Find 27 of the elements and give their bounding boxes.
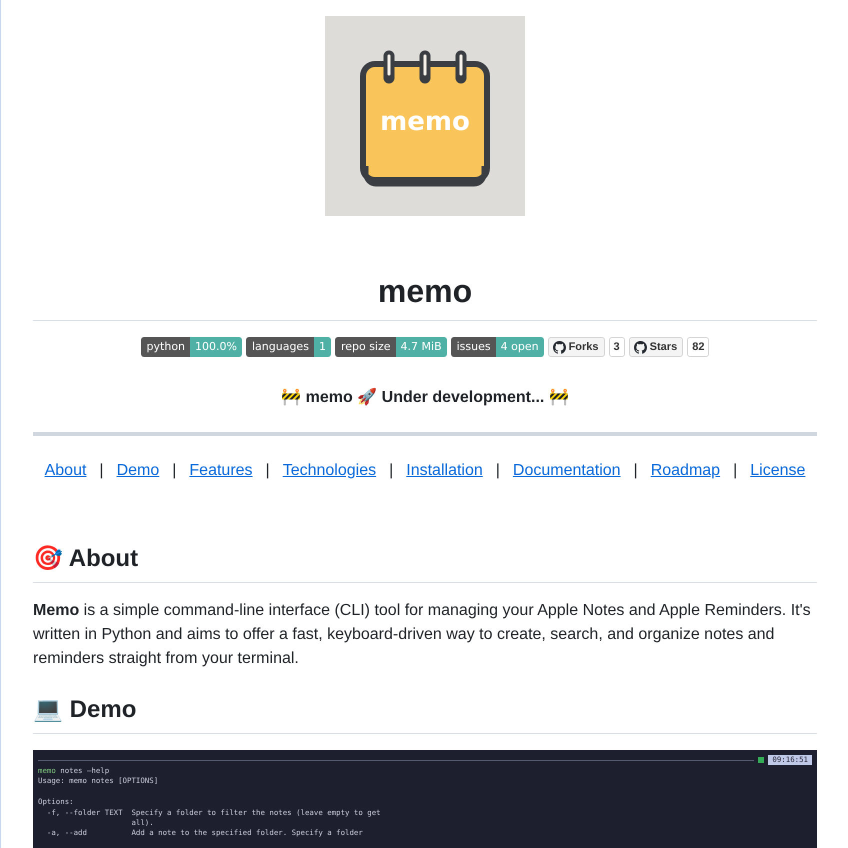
- nav-separator: |: [389, 462, 394, 480]
- nav-link[interactable]: Roadmap: [650, 462, 720, 480]
- memo-logo: memo: [325, 16, 525, 216]
- count-badge: 3: [608, 337, 625, 357]
- nav-link[interactable]: Features: [189, 462, 253, 480]
- nav-link[interactable]: Installation: [406, 462, 483, 480]
- nav-link[interactable]: About: [44, 462, 86, 480]
- nav-separator: |: [634, 462, 638, 480]
- tagline: 🚧 memo 🚀 Under development... 🚧: [280, 387, 570, 407]
- social-badge[interactable]: Forks: [548, 337, 605, 357]
- section-heading: 🎯 About: [33, 544, 817, 583]
- nav-separator: |: [266, 462, 270, 480]
- count-badge: 82: [687, 337, 710, 357]
- nav-separator: |: [496, 462, 500, 480]
- nav-separator: |: [733, 462, 738, 480]
- nav-separator: |: [172, 462, 176, 480]
- page-title: memo: [33, 272, 817, 321]
- nav-link[interactable]: Documentation: [512, 462, 621, 480]
- social-badge[interactable]: Stars: [628, 337, 684, 357]
- nav-link[interactable]: License: [750, 462, 806, 480]
- nav-link[interactable]: Demo: [116, 462, 160, 480]
- cat-icon: [634, 340, 647, 354]
- about-paragraph: Memo is a simple command-line interface (CLI) tool for managing your Apple Notes and Apple Reminders. It's written in Python and aims to offer a fast, keyboard-driven way to create, search, and organize notes and reminders straight from your terminal.: [33, 601, 812, 669]
- section-heading: 💻 Demo: [33, 695, 817, 734]
- cat-icon: [552, 340, 566, 354]
- nav-separator: |: [99, 462, 104, 480]
- nav-link[interactable]: Technologies: [282, 462, 376, 480]
